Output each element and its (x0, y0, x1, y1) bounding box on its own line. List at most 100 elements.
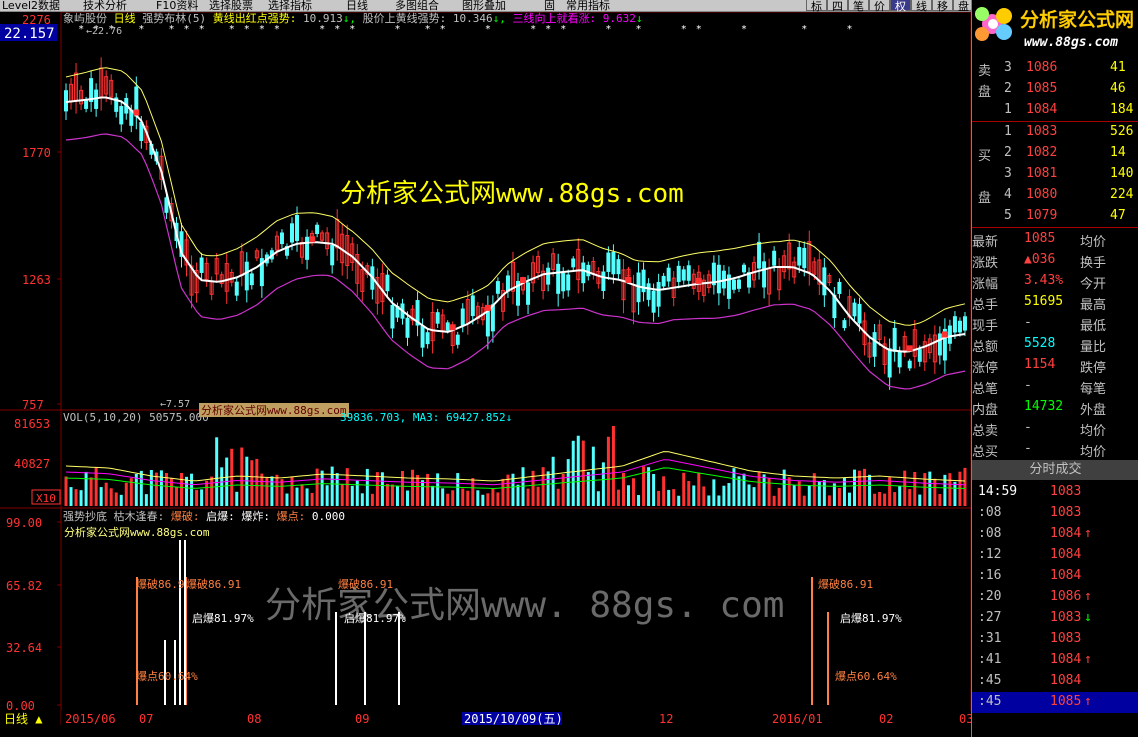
cell: 3 (1004, 166, 1012, 181)
vol-bar (702, 486, 706, 506)
menu-item[interactable]: 图形叠加 (462, 0, 506, 11)
candle (244, 261, 249, 291)
candle (425, 332, 430, 345)
vol-bar (406, 490, 410, 506)
vol-bar (154, 472, 158, 506)
date-label: 2016/01 (772, 712, 823, 725)
chart-tab[interactable]: 线 (911, 0, 932, 12)
cell: 最低 (1080, 319, 1107, 334)
tick-row[interactable]: :45 1085 ↑ (972, 692, 1138, 713)
cell: - (1024, 315, 1032, 330)
chart-tab[interactable]: 标 (806, 0, 827, 12)
vol-bar (652, 474, 656, 506)
menu-item[interactable]: F10资料 (156, 0, 198, 11)
chart-tab[interactable]: 权 (890, 0, 911, 12)
vol-bar (89, 477, 93, 506)
candle (249, 273, 254, 286)
vol-bar (873, 493, 877, 506)
vol-bar (852, 469, 856, 506)
candle (757, 241, 762, 269)
stat-row: 涨幅 3.43% 今开 (972, 271, 1138, 292)
cell: 每笔 (1080, 382, 1107, 397)
vol-bar (496, 492, 500, 506)
signal-star: * (440, 24, 446, 35)
title-part: 10.913 (296, 12, 342, 25)
price-tick: 757 (22, 398, 44, 412)
menu-item[interactable]: 选择股票 (209, 0, 253, 11)
period-switch: 日线 ▲ (4, 712, 43, 725)
candle (556, 263, 561, 294)
vol-bar (953, 481, 957, 506)
signal-star: * (801, 24, 807, 35)
title-part: ↓ (636, 12, 643, 25)
vol-bar (390, 484, 394, 506)
stat-row: 总买 - 均价 (972, 439, 1138, 460)
tick-row[interactable]: :45 1084 (972, 671, 1138, 692)
chart-tab[interactable]: 价 (869, 0, 890, 12)
signal-star: * (681, 24, 687, 35)
vol-bar (697, 472, 701, 506)
vol-bar (712, 479, 716, 506)
cell: 均价 (1080, 445, 1107, 460)
cell: 1154 (1024, 357, 1056, 372)
vol-bar (541, 467, 545, 506)
tick-row[interactable]: :12 1084 (972, 545, 1138, 566)
signal-dot (625, 276, 632, 283)
tick-row[interactable]: :20 1086 ↑ (972, 587, 1138, 608)
tick-row[interactable]: :08 1083 (972, 503, 1138, 524)
menu-item[interactable]: 技术分析 (83, 0, 127, 11)
vol-bar (601, 462, 605, 506)
menu-item[interactable]: 多图组合 (395, 0, 439, 11)
vol-bar (837, 488, 841, 506)
candle (571, 258, 576, 268)
vol-bar (611, 426, 615, 506)
tick-price: 1084 (1050, 652, 1082, 667)
vol-bar (581, 440, 585, 506)
cell: - (1024, 420, 1032, 435)
cell: 1086 (1026, 60, 1058, 75)
vol-bar (943, 474, 947, 506)
ind-label: 爆破86.91 (186, 577, 241, 591)
signal-star: * (244, 24, 250, 35)
chart-tab[interactable]: 四 (827, 0, 848, 12)
signal-star: * (636, 24, 642, 35)
tick-row[interactable]: :08 1084 ↑ (972, 524, 1138, 545)
tick-row[interactable]: :27 1083 ↓ (972, 608, 1138, 629)
cell: 47 (1110, 208, 1126, 223)
tick-row[interactable]: :41 1084 ↑ (972, 650, 1138, 671)
ind-watermark: 分析家公式网www.88gs.com (64, 525, 210, 539)
vol-bar (792, 485, 796, 506)
boll-mid (65, 96, 966, 353)
cell: 1 (1004, 124, 1012, 139)
title-part: 爆炸: (241, 509, 276, 523)
candle (581, 262, 586, 284)
menu-item[interactable]: 日线 (346, 0, 368, 11)
candle (315, 224, 320, 234)
buy-row: 1 1083 526 (972, 122, 1138, 143)
menu-item[interactable]: 选择指标 (268, 0, 312, 11)
menu-item[interactable]: 常用指标 (566, 0, 610, 11)
vol-bar (908, 489, 912, 506)
chart-tab[interactable]: 移 (932, 0, 953, 12)
vol-bar (757, 471, 761, 506)
title-part: 9.632 (596, 12, 636, 25)
vol-bar (933, 478, 937, 506)
menu-item[interactable]: 固 (544, 0, 555, 11)
vol-bar (903, 470, 907, 506)
tick-row[interactable]: :16 1084 (972, 566, 1138, 587)
cell: 2 (1004, 81, 1012, 96)
menu-item[interactable]: Level2数据 (2, 0, 60, 11)
vol-ma: 39836.703, MA3: 69427.852↓ (340, 411, 512, 424)
cell: 3.43% (1024, 273, 1064, 288)
tick-time: :45 (978, 673, 1002, 688)
vol-bar (707, 495, 711, 506)
cell: 526 (1110, 124, 1134, 139)
chart-area[interactable]: 22.157 1770 1263 757 2276 * * * * * * * * * * * * * * * * * * *… (0, 12, 971, 725)
chart-tab[interactable]: 盘 (953, 0, 971, 12)
arrow-up-icon: ↑ (1084, 526, 1092, 541)
tick-row[interactable]: 14:59 1083 (972, 482, 1138, 503)
tick-row[interactable]: :31 1083 (972, 629, 1138, 650)
vol-bar (180, 472, 184, 506)
chart-tab[interactable]: 笔 (848, 0, 869, 12)
cell: 224 (1110, 187, 1134, 202)
